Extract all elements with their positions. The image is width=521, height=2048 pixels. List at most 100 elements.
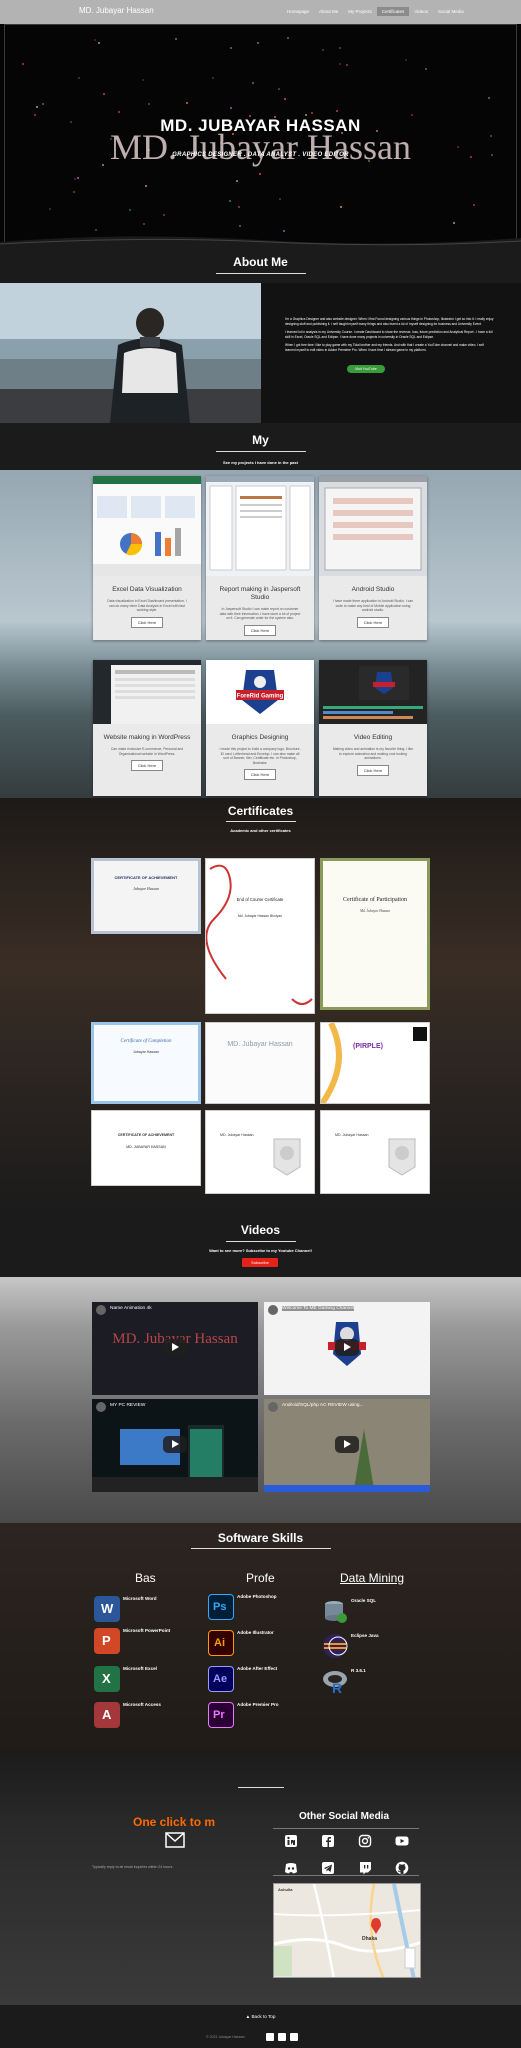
- play-button-icon[interactable]: [163, 1339, 187, 1356]
- project-description: Making video and animation is my favorit…: [332, 747, 414, 761]
- nav-item-social[interactable]: Social Media: [433, 7, 469, 16]
- certificate-name: Jubayar Hassan: [132, 886, 160, 891]
- certificate-card[interactable]: End of Course Certificate Md. Jubayar Ha…: [205, 858, 315, 1014]
- videos-divider: [226, 1241, 296, 1242]
- video-embed[interactable]: Android/SQL/php AC REVIEW using...: [264, 1399, 430, 1492]
- linkedin-icon[interactable]: [284, 1834, 298, 1848]
- r-language-icon: R: [322, 1668, 348, 1696]
- skill-item: R R 3.6.1: [322, 1668, 366, 1696]
- project-card: Report making in Jaspersoft Studio In Ja…: [206, 476, 314, 640]
- project-card: Website making in WordPress Can make exc…: [93, 660, 201, 796]
- contact-note: Typically reply to all email inquiries w…: [92, 1865, 174, 1869]
- project-click-button[interactable]: Click Here: [131, 616, 163, 628]
- channel-avatar: [96, 1305, 106, 1315]
- skill-item: Eclipse Java: [322, 1633, 379, 1659]
- project-click-button[interactable]: Click Here: [131, 760, 163, 772]
- play-button-icon[interactable]: [163, 1436, 187, 1453]
- certificate-card[interactable]: Certificate of Participation Md. Jubayar…: [320, 858, 430, 1010]
- about-photo: [0, 283, 261, 423]
- video-embed[interactable]: Welcome To ME Gaming Channel: [264, 1302, 430, 1395]
- video-title: Name Animation 4k: [110, 1306, 152, 1311]
- play-button-icon[interactable]: [335, 1436, 359, 1453]
- facebook-icon[interactable]: [321, 1834, 335, 1848]
- visit-youtube-button[interactable]: Visit YouTube: [347, 364, 385, 373]
- footer-social: [266, 2033, 298, 2041]
- particle-dot: [117, 110, 120, 113]
- video-title: Android/SQL/php AC REVIEW using...: [282, 1403, 364, 1408]
- skill-label: Adobe Premier Pro: [237, 1702, 279, 1707]
- certificate-card[interactable]: CERTIFICATE OF ACHIEVEMENT MD. JUBAYAR H…: [91, 1110, 201, 1186]
- certificate-card[interactable]: Certificate of Completion Jubayar Hassan: [91, 1022, 201, 1104]
- nav-menu: Homepage About Me My Projects Certificat…: [282, 7, 469, 16]
- subscribe-button[interactable]: Subscribe: [242, 1258, 278, 1267]
- nav-item-projects[interactable]: My Projects: [343, 7, 377, 16]
- email-icon[interactable]: [165, 1832, 185, 1848]
- play-button-icon[interactable]: [335, 1339, 359, 1356]
- project-click-button[interactable]: Click Here: [244, 624, 276, 636]
- video-title: MY PC REVIEW: [110, 1403, 146, 1408]
- nav-item-certificates[interactable]: Certificates: [376, 7, 410, 16]
- twitch-icon[interactable]: [358, 1861, 372, 1875]
- instagram-icon[interactable]: [358, 1834, 372, 1848]
- project-description: In Jaspersoft Studio I can make report o…: [219, 607, 301, 621]
- facebook-icon[interactable]: [278, 2033, 286, 2041]
- project-screenshot: [319, 660, 427, 724]
- certificate-card[interactable]: MD. Jubayar Hassan: [205, 1110, 315, 1194]
- channel-avatar: [96, 1402, 106, 1412]
- project-screenshot: [93, 660, 201, 724]
- certificate-card[interactable]: CERTIFICATE OF ACHIEVEMENT Jubayar Hassa…: [91, 858, 201, 934]
- brand-name[interactable]: MD. Jubayar Hassan: [79, 6, 154, 15]
- project-title: Website making in WordPress: [103, 734, 191, 741]
- about-text: I'm a Graphics Designer and also website…: [285, 317, 495, 375]
- project-click-button[interactable]: Click Here: [357, 764, 389, 776]
- certificates-title: Certificates: [227, 804, 294, 818]
- telegram-icon[interactable]: [321, 1861, 335, 1875]
- project-card: Excel Data Visualization Data visualizat…: [93, 476, 201, 640]
- instagram-icon[interactable]: [290, 2033, 298, 2041]
- oracle-sql-icon: [322, 1598, 348, 1624]
- particle-dot: [77, 176, 79, 179]
- project-title: Excel Data Visualization: [112, 586, 182, 593]
- video-embed[interactable]: Name Animation 4k MD. Jubayar Hassan: [92, 1302, 258, 1395]
- nav-item-videos[interactable]: Videos: [409, 7, 433, 16]
- skill-item: Pr Adobe Premier Pro: [208, 1702, 279, 1728]
- certificate-heading: CERTIFICATE OF ACHIEVEMENT: [117, 1133, 175, 1137]
- projects-subtitle: See my projects I have done in the past: [223, 460, 298, 465]
- top-navbar: MD. Jubayar Hassan Homepage About Me My …: [0, 0, 521, 24]
- particle-dot: [78, 76, 80, 79]
- discord-icon[interactable]: [284, 1861, 298, 1875]
- projects-section: Excel Data Visualization Data visualizat…: [0, 470, 521, 798]
- skill-item: Ae Adobe After Effect: [208, 1666, 277, 1692]
- svg-text:R: R: [332, 1680, 342, 1694]
- github-icon[interactable]: [395, 1861, 409, 1875]
- video-embed[interactable]: MY PC REVIEW: [92, 1399, 258, 1492]
- certificate-card[interactable]: MD. Jubayar Hassan: [205, 1022, 315, 1104]
- hero-section: MD. Jubayar Hassan MD. JUBAYAR HASSAN GR…: [0, 24, 521, 250]
- certificate-heading: (PIRPLE): [353, 1043, 383, 1050]
- project-click-button[interactable]: Click Here: [244, 769, 276, 781]
- certificate-card[interactable]: MD. Jubayar Hassan: [320, 1110, 430, 1194]
- particle-dot: [73, 177, 76, 180]
- particle-dot: [487, 96, 490, 99]
- word-icon: W: [94, 1596, 120, 1622]
- certificate-name: MD. JUBAYAR HASSAN: [126, 1145, 166, 1149]
- particle-dot: [175, 37, 178, 40]
- project-card: ForeRid Gaming Graphics Designing I made…: [206, 660, 314, 796]
- email-icon[interactable]: [266, 2033, 274, 2041]
- nav-item-about[interactable]: About Me: [314, 7, 343, 16]
- project-title: Android Studio: [351, 586, 395, 593]
- powerpoint-icon: P: [94, 1628, 120, 1654]
- particle-dot: [235, 179, 238, 182]
- videos-section: Videos Want to see more? Subscribe to my…: [0, 1213, 521, 1523]
- location-map[interactable]: Ashulia Dhaka: [273, 1883, 421, 1978]
- skill-label: R 3.6.1: [351, 1668, 366, 1673]
- youtube-icon[interactable]: [395, 1834, 409, 1848]
- illustrator-icon: Ai: [208, 1630, 234, 1656]
- project-click-button[interactable]: Click Here: [357, 616, 389, 628]
- access-icon: A: [94, 1702, 120, 1728]
- back-to-top-link[interactable]: ▲ Back to Top: [0, 2014, 521, 2019]
- contact-title: One click to m: [133, 1815, 216, 1829]
- certificate-card[interactable]: (PIRPLE): [320, 1022, 430, 1104]
- about-divider: [216, 273, 306, 274]
- nav-item-homepage[interactable]: Homepage: [282, 7, 314, 16]
